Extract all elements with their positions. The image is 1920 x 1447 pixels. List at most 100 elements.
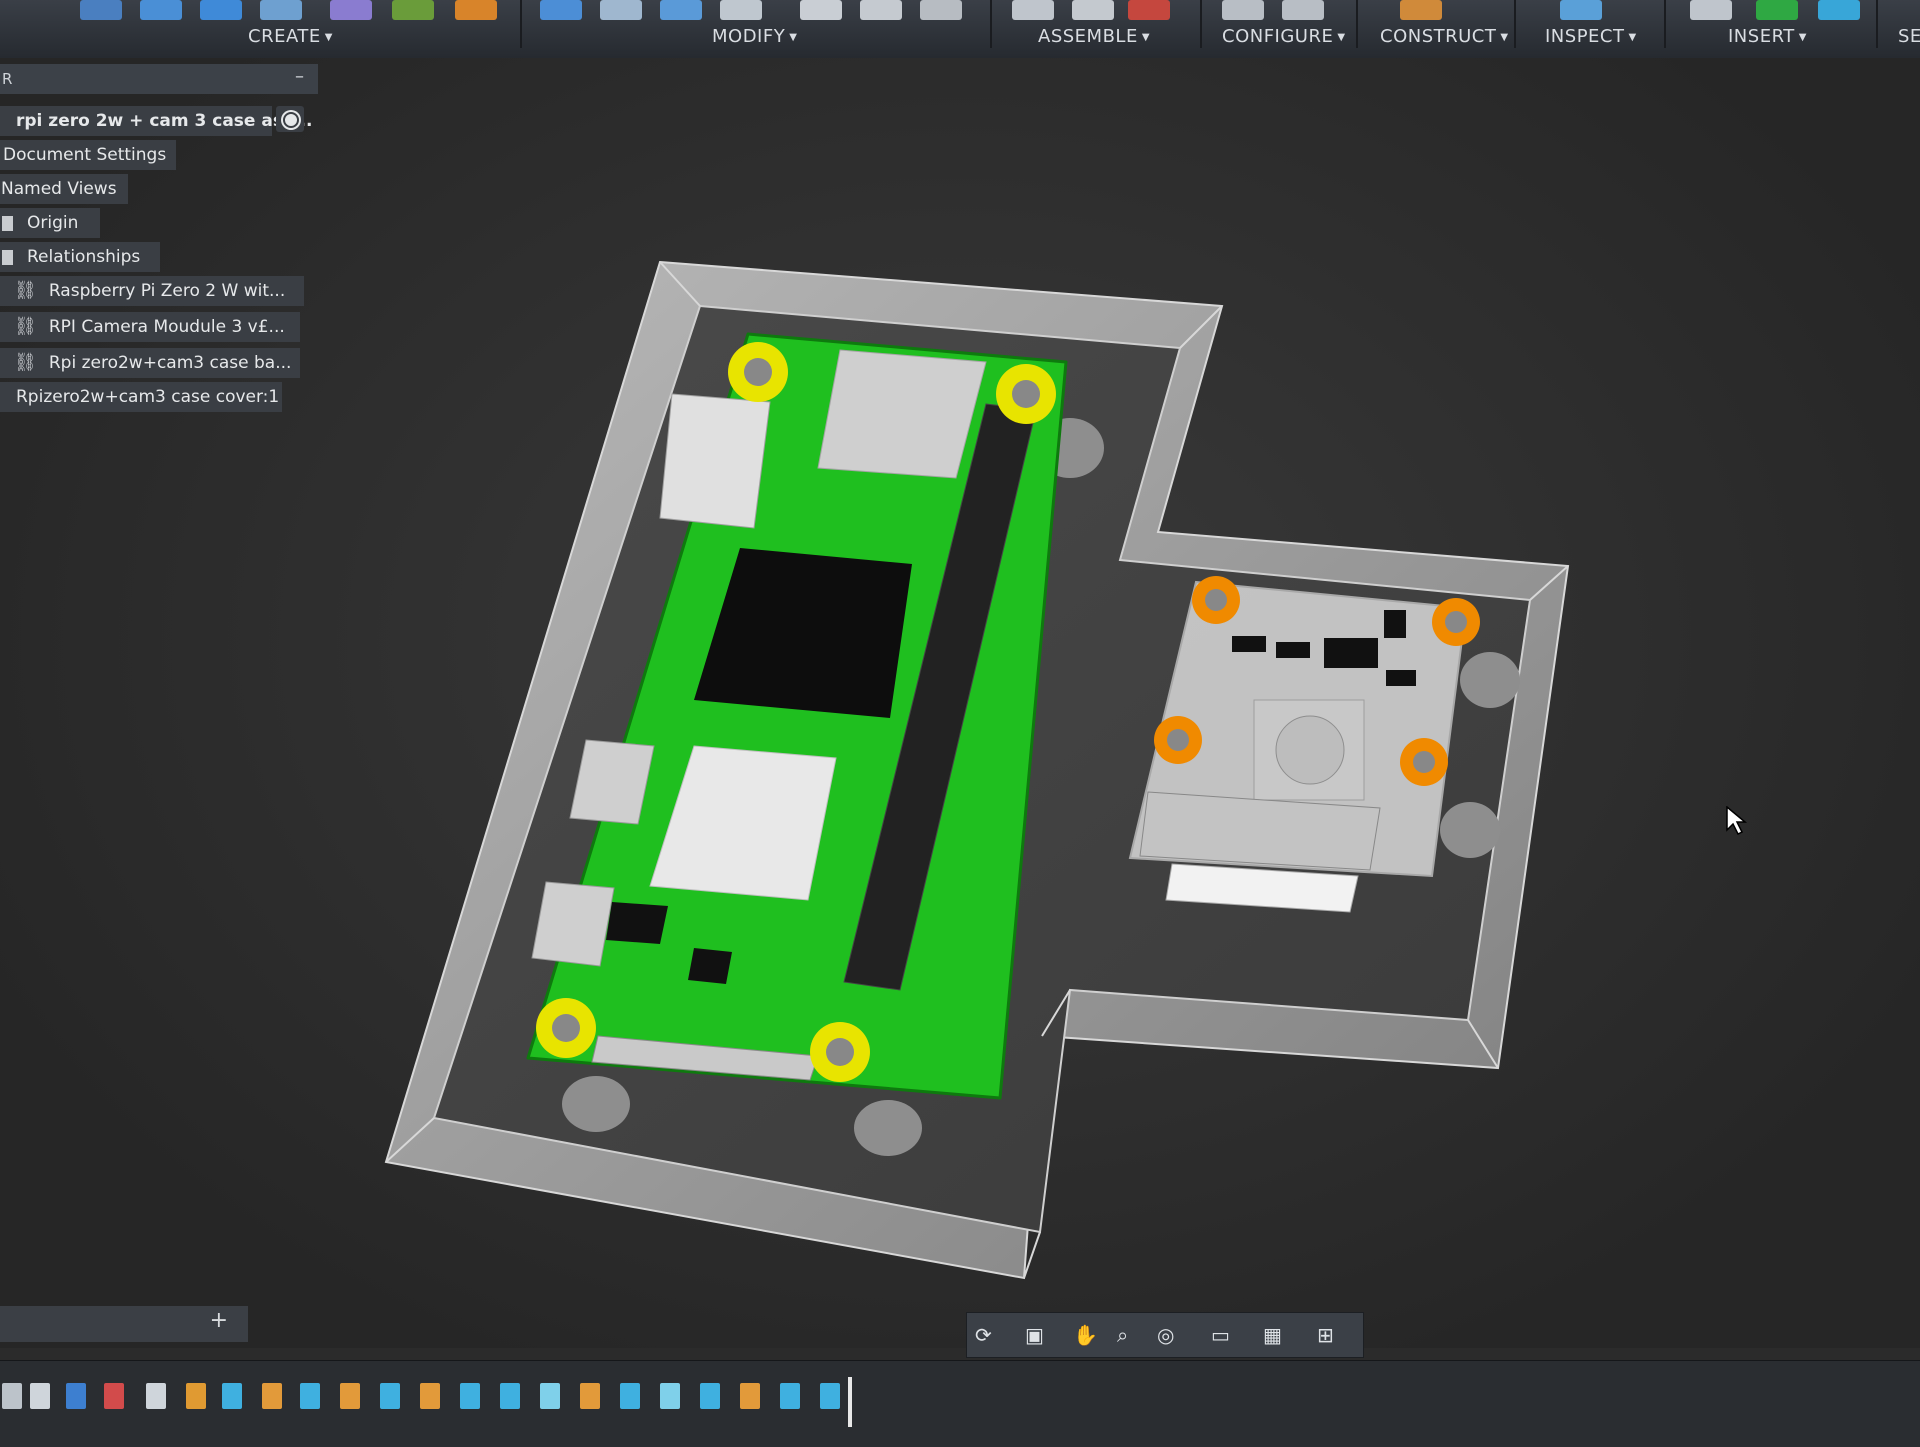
timeline-feature-icon[interactable] xyxy=(2,1383,22,1409)
ribbon-select[interactable]: SE xyxy=(1898,26,1920,47)
timeline-feature-icon[interactable] xyxy=(300,1383,320,1409)
collapse-icon[interactable]: – xyxy=(295,66,304,87)
timeline-feature-icon[interactable] xyxy=(66,1383,86,1409)
extrude-icon[interactable] xyxy=(140,0,182,20)
timeline-feature-icon[interactable] xyxy=(740,1383,760,1409)
timeline-feature-icon[interactable] xyxy=(222,1383,242,1409)
combine-icon[interactable] xyxy=(860,0,902,20)
configure-table-icon[interactable] xyxy=(1222,0,1264,20)
browser-item-pi-zero[interactable]: ⛓ Raspberry Pi Zero 2 W wit... xyxy=(0,276,304,306)
canvas-viewport[interactable] xyxy=(0,58,1920,1348)
orbit-icon[interactable]: ⟳ xyxy=(975,1323,992,1347)
browser-item-origin[interactable]: Origin xyxy=(0,208,100,238)
timeline-feature-icon[interactable] xyxy=(380,1383,400,1409)
ribbon-separator xyxy=(520,0,522,48)
ribbon-modify[interactable]: MODIFY ▼ xyxy=(712,26,797,47)
ribbon-separator xyxy=(1876,0,1878,48)
timeline-feature-icon[interactable] xyxy=(780,1383,800,1409)
standoff-post xyxy=(562,1076,630,1132)
timeline-feature-icon[interactable] xyxy=(104,1383,124,1409)
timeline-feature-icon[interactable] xyxy=(262,1383,282,1409)
timeline-feature-icon[interactable] xyxy=(420,1383,440,1409)
browser-item-camera-module[interactable]: ⛓ RPI Camera Moudule 3 v£... xyxy=(0,312,300,342)
viewports-icon[interactable]: ⊞ xyxy=(1317,1323,1334,1347)
camera-connector xyxy=(659,393,771,529)
move-icon[interactable] xyxy=(800,0,842,20)
timeline-feature-icon[interactable] xyxy=(460,1383,480,1409)
ribbon-separator xyxy=(1200,0,1202,48)
timeline xyxy=(0,1360,1920,1447)
timeline-feature-icon[interactable] xyxy=(580,1383,600,1409)
sketch-icon[interactable] xyxy=(80,0,122,20)
insert-derive-icon[interactable] xyxy=(1690,0,1732,20)
add-comment-button[interactable]: + xyxy=(210,1308,228,1333)
insert-mesh-icon[interactable] xyxy=(392,0,434,20)
chamfer-icon[interactable] xyxy=(660,0,702,20)
assembly-model[interactable] xyxy=(0,58,1920,1348)
ribbon-configure[interactable]: CONFIGURE ▼ xyxy=(1222,26,1346,47)
timeline-feature-icon[interactable] xyxy=(30,1383,50,1409)
ribbon-separator xyxy=(1356,0,1358,48)
timeline-feature-icon[interactable] xyxy=(186,1383,206,1409)
joint-icon[interactable] xyxy=(1012,0,1054,20)
timeline-marker[interactable] xyxy=(848,1377,852,1427)
fillet-icon[interactable] xyxy=(600,0,642,20)
timeline-feature-icon[interactable] xyxy=(700,1383,720,1409)
fit-icon[interactable]: ◎ xyxy=(1157,1323,1174,1347)
camera-chip xyxy=(1232,636,1266,652)
active-component-radio-icon[interactable] xyxy=(276,106,304,132)
pattern-icon[interactable] xyxy=(330,0,372,20)
browser-item-relationships[interactable]: Relationships xyxy=(0,242,160,272)
chip-small xyxy=(688,948,732,984)
ribbon-insert[interactable]: INSERT ▼ xyxy=(1728,26,1807,47)
ribbon-create[interactable]: CREATE ▼ xyxy=(248,26,333,47)
standoff-post xyxy=(1440,802,1500,858)
measure-icon[interactable] xyxy=(1560,0,1602,20)
browser-header: R – xyxy=(0,64,318,94)
look-at-icon[interactable]: ▣ xyxy=(1025,1323,1044,1347)
configure-rule-icon[interactable] xyxy=(1282,0,1324,20)
folder-icon xyxy=(2,249,13,265)
revolve-icon[interactable] xyxy=(200,0,242,20)
standoff-post xyxy=(854,1100,922,1156)
camera-chip xyxy=(1324,638,1378,668)
press-pull-icon[interactable] xyxy=(540,0,582,20)
browser-title: R xyxy=(2,70,13,88)
pan-icon[interactable]: ✋ xyxy=(1073,1323,1098,1347)
link-icon: ⛓ xyxy=(14,352,37,373)
zoom-icon[interactable]: ⌕ xyxy=(1117,1323,1128,1347)
split-icon[interactable] xyxy=(920,0,962,20)
as-built-joint-icon[interactable] xyxy=(1072,0,1114,20)
camera-lens xyxy=(1275,715,1345,785)
ribbon-assemble[interactable]: ASSEMBLE ▼ xyxy=(1038,26,1150,47)
shell-icon[interactable] xyxy=(720,0,762,20)
browser-item-case-base[interactable]: ⛓ Rpi zero2w+cam3 case ba... xyxy=(0,348,300,378)
offset-plane-icon[interactable] xyxy=(1400,0,1442,20)
sweep-icon[interactable] xyxy=(260,0,302,20)
standoff-post xyxy=(1460,652,1520,708)
timeline-feature-icon[interactable] xyxy=(820,1383,840,1409)
browser-item-named-views[interactable]: Named Views xyxy=(0,174,128,204)
timeline-feature-icon[interactable] xyxy=(146,1383,166,1409)
navigation-bar: ⟳ ▣ ✋ ⌕ ◎ ▭ ▦ ⊞ xyxy=(966,1312,1364,1358)
ribbon-inspect[interactable]: INSPECT ▼ xyxy=(1545,26,1637,47)
timeline-feature-icon[interactable] xyxy=(540,1383,560,1409)
browser-item-case-cover[interactable]: Rpizero2w+cam3 case cover:1 xyxy=(0,382,282,412)
timeline-feature-icon[interactable] xyxy=(660,1383,680,1409)
rigid-group-icon[interactable] xyxy=(1128,0,1170,20)
camera-chip xyxy=(1276,642,1310,658)
timeline-feature-icon[interactable] xyxy=(340,1383,360,1409)
insert-svg-icon[interactable] xyxy=(1818,0,1860,20)
decal-icon[interactable] xyxy=(455,0,497,20)
ribbon-separator xyxy=(1664,0,1666,48)
browser-item-document-settings[interactable]: Document Settings xyxy=(0,140,176,170)
grid-icon[interactable]: ▦ xyxy=(1263,1323,1282,1347)
camera-chip xyxy=(1384,610,1406,638)
display-settings-icon[interactable]: ▭ xyxy=(1211,1323,1230,1347)
browser-root-node[interactable]: rpi zero 2w + cam 3 case ass... xyxy=(0,106,312,136)
insert-mcmaster-icon[interactable] xyxy=(1756,0,1798,20)
timeline-feature-icon[interactable] xyxy=(620,1383,640,1409)
timeline-feature-icon[interactable] xyxy=(500,1383,520,1409)
chip-small xyxy=(606,902,668,944)
ribbon-construct[interactable]: CONSTRUCT ▼ xyxy=(1380,26,1509,47)
